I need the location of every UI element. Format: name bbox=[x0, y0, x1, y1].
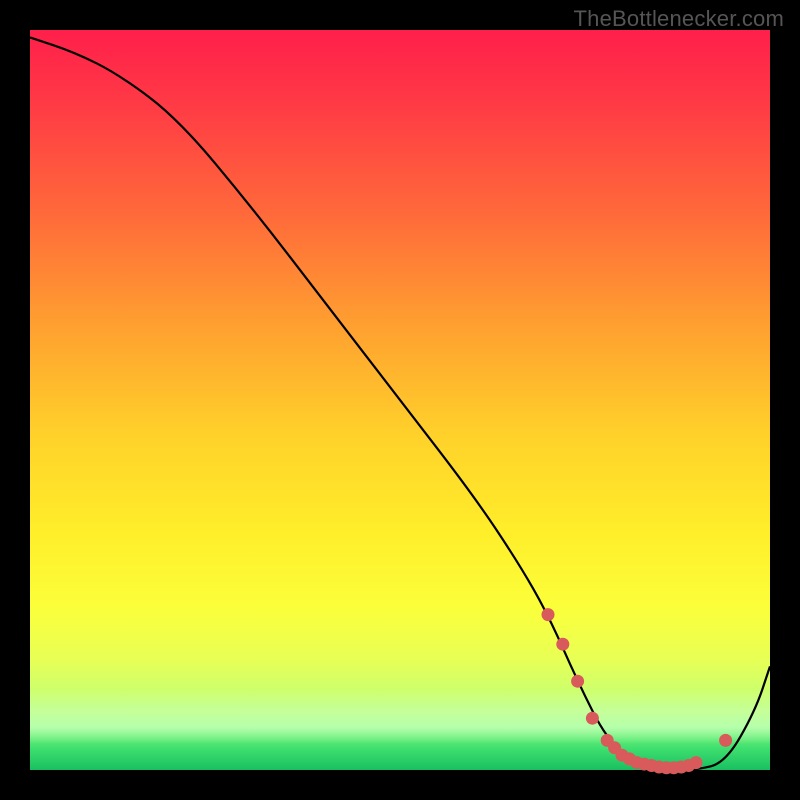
plot-area bbox=[30, 30, 770, 770]
highlight-dot bbox=[571, 675, 584, 688]
highlight-dot bbox=[556, 638, 569, 651]
curve-svg bbox=[30, 30, 770, 770]
chart-frame: TheBottlenecker.com bbox=[0, 0, 800, 800]
watermark-text: TheBottlenecker.com bbox=[574, 6, 784, 32]
bottleneck-curve bbox=[30, 37, 770, 770]
highlight-dot bbox=[690, 756, 703, 769]
highlight-dot bbox=[586, 712, 599, 725]
optimal-range-dots bbox=[542, 608, 733, 774]
highlight-dot bbox=[542, 608, 555, 621]
highlight-dot bbox=[719, 734, 732, 747]
